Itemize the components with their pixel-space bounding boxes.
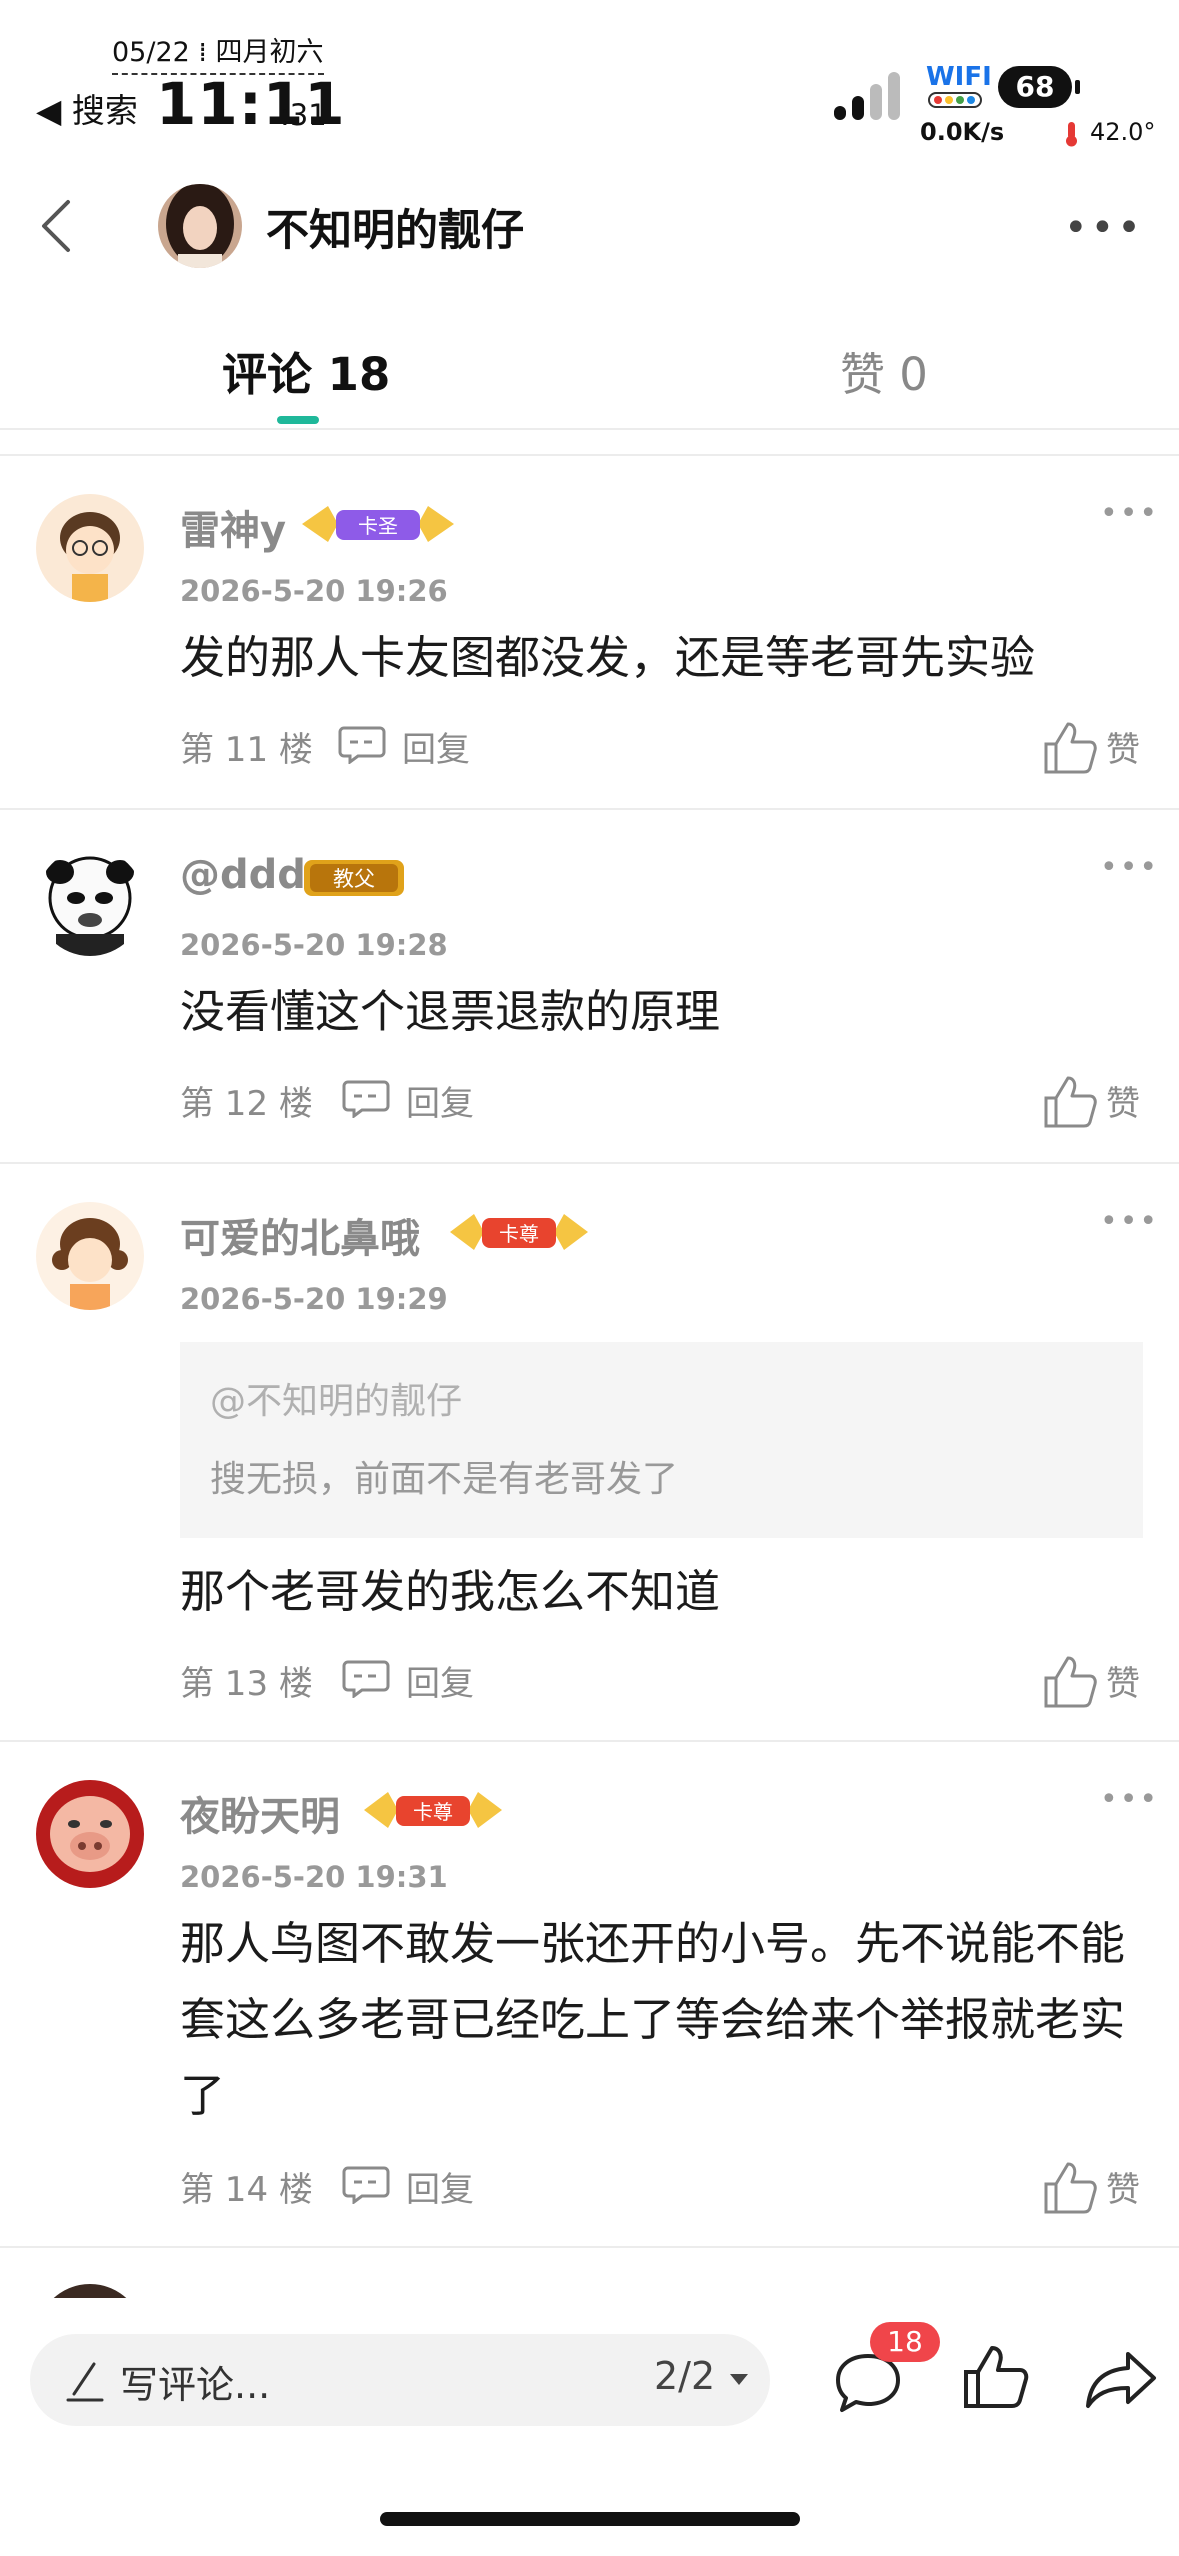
avatar[interactable] [36,1780,144,1888]
temperature: 42.0° [1090,118,1156,146]
wifi-label: WIFI [926,62,992,92]
badge-label: 卡尊 [413,1800,453,1824]
badge-label: 教父 [333,867,375,891]
tab-comments[interactable]: 评论 18 [222,338,390,403]
comment-count-badge: 18 [870,2322,940,2362]
user-level-badge: 卡圣 [302,506,454,542]
comment-text: 那个老哥发的我怎么不知道 [180,1565,721,1618]
comment-item: 雷神y 卡圣 2026-5-20 19:26 发的那人卡友图都没发，还是等老哥先… [0,456,1179,808]
reply-button[interactable]: 回复 [402,722,470,771]
comment-item: 夜盼天明 卡尊 2026-5-20 19:31 那人鸟图不敢发一张还开的小号。先… [0,1742,1179,2246]
divider [0,2246,1179,2248]
comment-item: @ddd 教父 2026-5-20 19:28 没看懂这个退票退款的原理 第 1… [0,810,1179,1162]
avatar[interactable] [36,2284,144,2298]
status-date: 05/22 ⁞ 四月初六 [112,30,324,75]
reply-button[interactable]: 回复 [406,2162,474,2211]
user-level-badge: 卡尊 [364,1792,502,1828]
author-avatar[interactable] [158,184,242,268]
tab-likes[interactable]: 赞 0 [840,338,928,403]
more-options-icon[interactable]: ••• [1064,208,1144,248]
thermometer-icon [1066,122,1077,147]
comment-more-icon[interactable]: ••• [1100,850,1159,885]
reply-button[interactable]: 回复 [406,1076,474,1125]
thumbs-up-icon[interactable] [960,2342,1030,2412]
comment-more-icon[interactable]: ••• [1100,496,1159,531]
quoted-username[interactable]: @不知明的靓仔 [210,1372,462,1424]
comment-text: 没看懂这个退票退款的原理 [180,985,721,1038]
wifi-icon [928,92,982,108]
signal-icon [834,64,904,120]
comment-time: 2026-5-20 19:29 [180,1282,448,1316]
comment-more-icon[interactable]: ••• [1100,1204,1159,1239]
like-label[interactable]: 赞 [1106,1656,1140,1705]
comment-text: 那人鸟图不敢发一张还开的小号。先不说能不能套这么多老哥已经吃上了等会给来个举报就… [180,1917,1126,2122]
user-level-badge: 卡尊 [450,1214,588,1250]
comment-input-placeholder: 写评论... [120,2363,271,2407]
like-label[interactable]: 赞 [1106,722,1140,771]
battery-indicator: 68 [998,66,1080,108]
comment-username[interactable]: 雷神y [180,498,286,556]
active-tab-indicator [277,416,319,424]
network-speed: 0.0K/s [920,118,1005,146]
comment-time: 2026-5-20 19:28 [180,928,448,962]
avatar[interactable] [36,848,144,956]
back-to-app-link[interactable]: ◀ 搜索 [36,84,138,132]
reply-button[interactable]: 回复 [406,1656,474,1705]
floor-number: 第 14 楼 [180,2170,313,2210]
comment-item: 可爱的北鼻哦 卡尊 2026-5-20 19:29 @不知明的靓仔 搜无损，前面… [0,1164,1179,1740]
badge-label: 卡尊 [499,1222,539,1246]
comment-more-icon[interactable]: ••• [1100,1782,1159,1817]
reply-icon[interactable] [338,724,386,764]
avatar[interactable] [36,1202,144,1310]
like-label[interactable]: 赞 [1106,1076,1140,1125]
comment-username[interactable]: 可爱的北鼻哦 [180,1206,420,1264]
like-label[interactable]: 赞 [1106,2162,1140,2211]
quoted-text: 搜无损，前面不是有老哥发了 [210,1459,679,1500]
home-indicator[interactable] [380,2512,800,2526]
comment-username[interactable]: 夜盼天明 [180,1784,340,1842]
comment-text: 发的那人卡友图都没发，还是等老哥先实验 [180,631,1036,684]
status-bar: 05/22 ⁞ 四月初六 ◀ 搜索 11:11 :31 WIFI 68 0.0K… [0,0,1179,160]
floor-number: 第 13 楼 [180,1664,313,1704]
back-arrow-icon[interactable] [36,196,76,256]
divider [0,428,1179,430]
reply-icon[interactable] [342,1658,390,1698]
chevron-down-icon[interactable] [730,2374,748,2385]
quoted-reply[interactable]: @不知明的靓仔 搜无损，前面不是有老哥发了 [180,1342,1143,1538]
page-title: 不知明的靓仔 [266,206,524,256]
reply-icon[interactable] [342,2164,390,2204]
comment-input[interactable]: 写评论... 2/2 [30,2334,770,2426]
comment-time: 2026-5-20 19:31 [180,1860,448,1894]
comment-time: 2026-5-20 19:26 [180,574,448,608]
share-icon[interactable] [1084,2348,1158,2410]
reply-icon[interactable] [342,1078,390,1118]
status-seconds: :31 [280,98,327,132]
comment-username[interactable]: @ddd [180,852,306,898]
avatar[interactable] [36,494,144,602]
floor-number: 第 12 楼 [180,1084,313,1124]
user-level-badge: 教父 [304,860,404,896]
floor-number: 第 11 楼 [180,730,313,770]
page-selector[interactable]: 2/2 [654,2354,715,2398]
pencil-icon [66,2362,104,2402]
badge-label: 卡圣 [358,514,398,538]
